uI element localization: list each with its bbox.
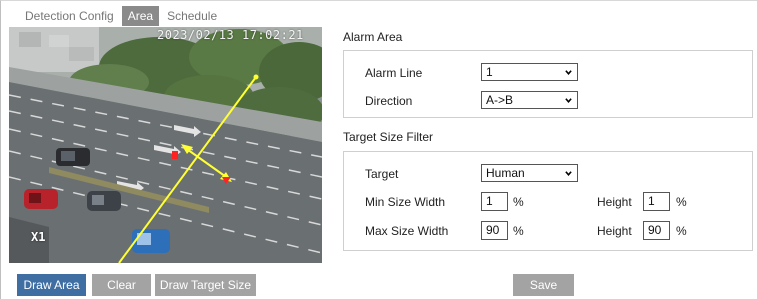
max-height-input[interactable]: 90 xyxy=(643,221,670,240)
zoom-overlay: X1 xyxy=(31,230,46,244)
max-height-unit: % xyxy=(676,224,687,238)
max-size-width-label: Max Size Width xyxy=(365,224,449,238)
target-label: Target xyxy=(365,167,399,181)
alarm-area-title: Alarm Area xyxy=(343,30,403,44)
chevron-down-icon xyxy=(565,98,572,104)
min-size-width-label: Min Size Width xyxy=(365,195,446,209)
target-value: Human xyxy=(486,166,525,180)
min-size-width-input[interactable]: 1 xyxy=(481,192,508,211)
alarm-line-label: Alarm Line xyxy=(365,66,423,80)
max-width-unit: % xyxy=(513,224,524,238)
direction-select[interactable]: A->B xyxy=(481,91,578,109)
draw-target-size-button[interactable]: Draw Target Size xyxy=(155,274,256,296)
alarm-line-select[interactable]: 1 xyxy=(481,63,578,81)
direction-label: Direction xyxy=(365,94,413,108)
clear-button[interactable]: Clear xyxy=(92,274,151,296)
tab-bar: Detection Config Area Schedule xyxy=(17,6,225,26)
tab-area[interactable]: Area xyxy=(121,6,160,26)
chevron-down-icon xyxy=(565,70,572,76)
marker-a xyxy=(172,151,178,159)
max-size-width-input[interactable]: 90 xyxy=(481,221,508,240)
draw-area-button[interactable]: Draw Area xyxy=(17,274,86,296)
min-height-label: Height xyxy=(597,195,632,209)
direction-value: A->B xyxy=(486,93,514,107)
target-size-filter-title: Target Size Filter xyxy=(343,130,434,144)
tab-detection-config[interactable]: Detection Config xyxy=(17,6,122,26)
timestamp-overlay: 2023/02/13 17:02:21 xyxy=(157,28,304,42)
save-button[interactable]: Save xyxy=(513,274,574,296)
target-select[interactable]: Human xyxy=(481,164,578,182)
min-height-input[interactable]: 1 xyxy=(643,192,670,211)
min-width-unit: % xyxy=(513,195,524,209)
camera-scene xyxy=(9,27,322,263)
alarm-line-value: 1 xyxy=(486,65,493,79)
min-height-unit: % xyxy=(676,195,687,209)
max-height-label: Height xyxy=(597,224,632,238)
chevron-down-icon xyxy=(565,171,572,177)
tab-schedule[interactable]: Schedule xyxy=(159,6,225,26)
camera-preview[interactable]: 2023/02/13 17:02:21 X1 xyxy=(9,27,322,263)
